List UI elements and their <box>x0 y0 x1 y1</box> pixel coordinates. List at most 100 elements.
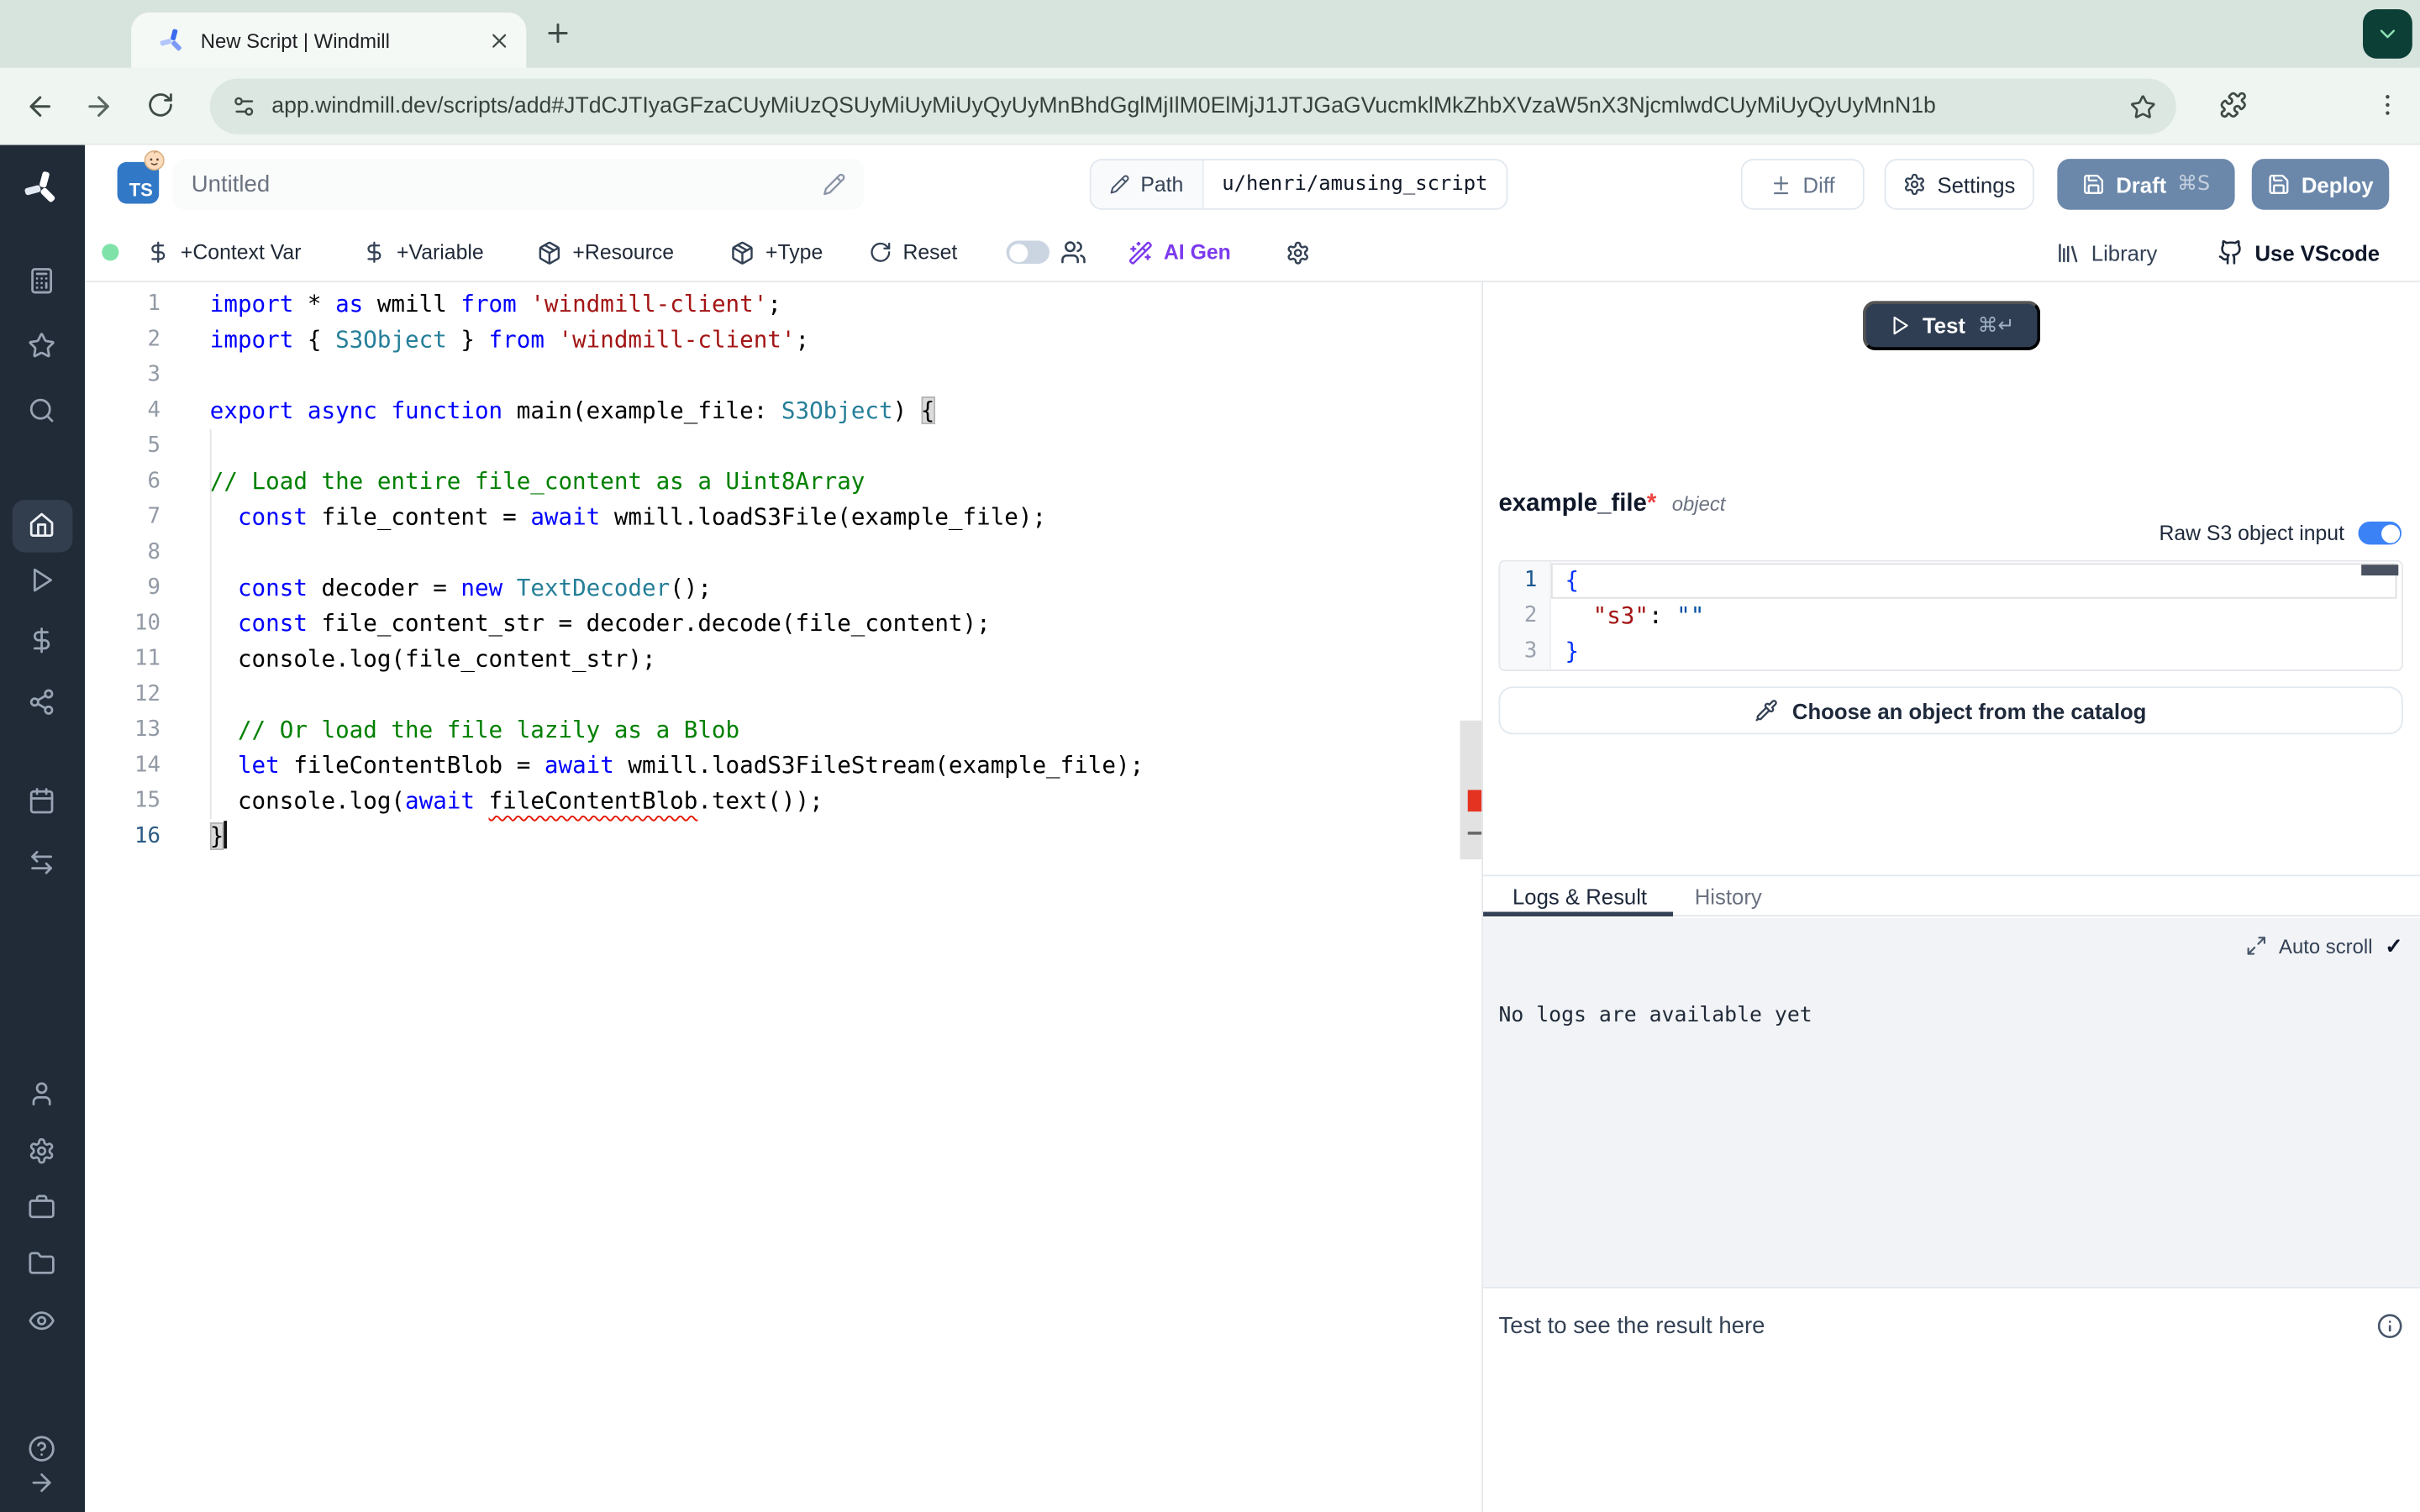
code-line-10[interactable]: 10 const file_content_str = decoder.deco… <box>85 606 1481 642</box>
ai-gen-button[interactable]: AI Gen <box>1128 223 1231 281</box>
browser-menu-icon[interactable] <box>2374 91 2402 118</box>
sidebar-item-schedules calendar-icon[interactable] <box>28 787 55 815</box>
indent-guide <box>210 429 212 820</box>
code-line-11[interactable]: 11 console.log(file_content_str); <box>85 642 1481 677</box>
code-line-13[interactable]: 13 // Or load the file lazily as a Blob <box>85 713 1481 748</box>
tab-history[interactable]: History <box>1695 876 1762 915</box>
use-vscode-button[interactable]: Use VScode <box>2217 223 2380 281</box>
kid-emoji-badge <box>144 150 166 171</box>
sidebar-item-triggers arrows-icon[interactable] <box>28 848 55 876</box>
site-settings-icon[interactable] <box>232 94 256 118</box>
line-number: 5 <box>85 429 160 465</box>
reload-icon[interactable] <box>146 91 174 118</box>
editor-settings-gear-icon[interactable] <box>1286 241 1310 265</box>
code-line-2[interactable]: 2import { S3Object } from 'windmill-clie… <box>85 323 1481 358</box>
code-text: console.log(file_content_str); <box>210 642 656 677</box>
code-line-3[interactable]: 3 <box>85 358 1481 393</box>
code-line-1[interactable]: 1{ <box>1500 563 2402 598</box>
code-line-9[interactable]: 9 const decoder = new TextDecoder(); <box>85 571 1481 606</box>
path-button[interactable]: Path <box>1092 160 1204 208</box>
code-line-12[interactable]: 12 <box>85 677 1481 712</box>
back-icon[interactable] <box>24 91 55 122</box>
close-tab-icon[interactable] <box>487 29 511 52</box>
token <box>517 290 531 318</box>
error-overview-mark <box>1468 790 1482 811</box>
sidebar-item-variables dollar-icon[interactable] <box>28 627 55 654</box>
json-arg-editor[interactable]: 1{2 "s3": ""3} <box>1498 560 2402 671</box>
path-control[interactable]: Path u/henri/amusing_script <box>1090 159 1508 210</box>
sidebar-item-settings gear-icon[interactable] <box>28 1137 55 1165</box>
auto-scroll-control[interactable]: Auto scroll ✓ <box>2245 932 2403 958</box>
sidebar-item-apps calculator-icon[interactable] <box>28 267 55 295</box>
no-logs-message: No logs are available yet <box>1498 1002 1812 1026</box>
reset-button[interactable]: Reset <box>869 223 957 281</box>
url-bar[interactable]: app.windmill.dev/scripts/add#JTdCJTIyaGF… <box>210 79 2176 134</box>
code-line-15[interactable]: 15 console.log(await fileContentBlob.tex… <box>85 784 1481 819</box>
raw-s3-toggle[interactable] <box>2359 522 2402 545</box>
json-scrollbar[interactable] <box>2361 564 2398 575</box>
code-line-3[interactable]: 3} <box>1500 634 2402 669</box>
add-type-button[interactable]: +Type <box>730 223 823 281</box>
sidebar-item-workers briefcase-icon[interactable] <box>28 1193 55 1221</box>
sidebar-item-user user-icon[interactable] <box>28 1080 55 1108</box>
logs-panel: Auto scroll ✓ No logs are available yet <box>1483 917 2420 1286</box>
diff-button[interactable]: Diff <box>1741 159 1865 210</box>
edit-name-pencil-icon[interactable] <box>823 173 846 197</box>
code-line-1[interactable]: 1import * as wmill from 'windmill-client… <box>85 287 1481 323</box>
library-button[interactable]: Library <box>2056 223 2158 281</box>
line-number: 2 <box>1500 599 1537 634</box>
sidebar-item-resources boxes-icon[interactable] <box>28 688 55 716</box>
cursor-overview-mark <box>1468 832 1482 835</box>
sidebar-item-audit-logs eye-icon[interactable] <box>28 1307 55 1335</box>
sidebar-item-home home-icon[interactable] <box>28 511 55 538</box>
new-tab-icon[interactable] <box>544 18 573 48</box>
extensions-puzzle-icon[interactable] <box>2219 91 2247 118</box>
sidebar-item-help help-icon[interactable] <box>28 1435 55 1462</box>
sidebar-item-search search-icon[interactable] <box>28 396 55 424</box>
users-icon <box>1060 239 1086 265</box>
dollar-icon <box>146 241 170 265</box>
expand-icon[interactable] <box>2245 935 2267 957</box>
sidebar-item-expand arrow-right-icon[interactable] <box>28 1469 55 1497</box>
line-number: 6 <box>85 465 160 500</box>
sidebar-item-folders folder-icon[interactable] <box>28 1250 55 1278</box>
auto-scroll-label: Auto scroll <box>2279 934 2372 958</box>
tab-logs-result[interactable]: Logs & Result <box>1512 876 1647 915</box>
line-number: 9 <box>85 571 160 606</box>
windmill-logo[interactable] <box>24 170 60 207</box>
browser-tab[interactable]: New Script | Windmill <box>131 13 526 68</box>
code-editor[interactable]: 1import * as wmill from 'windmill-client… <box>85 282 1481 1512</box>
info-icon[interactable] <box>2377 1313 2403 1339</box>
test-button[interactable]: Test ⌘↵ <box>1863 301 2040 350</box>
code-line-16[interactable]: 16} <box>85 819 1481 854</box>
token: 'windmill-client' <box>558 326 795 354</box>
code-line-2[interactable]: 2 "s3": "" <box>1500 599 2402 634</box>
add-variable-button[interactable]: +Variable <box>363 223 484 281</box>
code-line-4[interactable]: 4export async function main(example_file… <box>85 393 1481 428</box>
code-line-8[interactable]: 8 <box>85 535 1481 570</box>
draft-button[interactable]: Draft ⌘S <box>2057 159 2234 210</box>
diff-mode-toggle[interactable] <box>1007 223 1087 281</box>
script-name-field[interactable]: Untitled <box>173 159 865 210</box>
url-text[interactable]: app.windmill.dev/scripts/add#JTdCJTIyaGF… <box>271 94 2129 118</box>
code-line-14[interactable]: 14 let fileContentBlob = await wmill.loa… <box>85 748 1481 784</box>
token: new <box>460 574 502 601</box>
add-resource-button[interactable]: +Resource <box>537 223 674 281</box>
line-number: 16 <box>85 819 160 854</box>
code-line-6[interactable]: 6// Load the entire file_content as a Ui… <box>85 465 1481 500</box>
token <box>293 396 308 424</box>
code-line-7[interactable]: 7 const file_content = await wmill.loadS… <box>85 500 1481 535</box>
deploy-button[interactable]: Deploy <box>2252 159 2389 210</box>
tab-search-button[interactable] <box>2363 9 2412 59</box>
code-line-5[interactable]: 5 <box>85 429 1481 465</box>
choose-object-button[interactable]: Choose an object from the catalog <box>1498 686 2402 734</box>
tab-title: New Script | Windmill <box>201 29 479 52</box>
toggle-off[interactable] <box>1007 241 1050 265</box>
sidebar-item-favorites star-icon[interactable] <box>28 332 55 360</box>
add-context-var-button[interactable]: +Context Var <box>146 223 301 281</box>
forward-icon[interactable] <box>83 91 114 122</box>
bookmark-star-icon[interactable] <box>2130 93 2156 119</box>
sidebar-item-runs play-icon[interactable] <box>28 566 55 594</box>
settings-button[interactable]: Settings <box>1885 159 2034 210</box>
token: TextDecoder <box>517 574 670 601</box>
